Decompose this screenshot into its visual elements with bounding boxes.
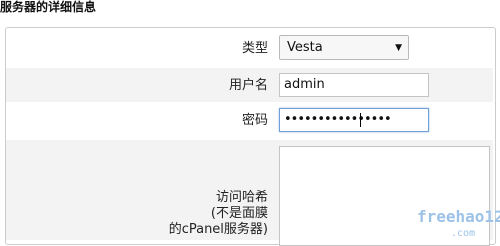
chevron-down-icon: ▼	[395, 43, 402, 53]
accesshash-label-line2: (不是面膜	[210, 206, 268, 221]
watermark-logo: freehao123 .com	[417, 207, 500, 240]
password-label: 密码	[241, 113, 268, 128]
watermark-text: freehao123	[417, 207, 500, 226]
accesshash-label-line3: 的cPanel服务器)	[168, 222, 268, 237]
password-input-value: ••••••••••••••••	[284, 112, 392, 127]
accesshash-label-line1: 访问哈希	[215, 190, 268, 205]
type-select-value: Vesta	[287, 40, 323, 55]
password-input[interactable]: ••••••••••••••••	[279, 108, 429, 132]
type-label: 类型	[241, 41, 268, 56]
username-input[interactable]: admin	[279, 73, 429, 97]
section-title: 服务器的详细信息	[0, 0, 97, 14]
type-select[interactable]: Vesta ▼	[279, 35, 409, 60]
username-input-value: admin	[284, 77, 325, 92]
username-label: 用户名	[228, 78, 268, 93]
text-caret	[360, 113, 361, 127]
